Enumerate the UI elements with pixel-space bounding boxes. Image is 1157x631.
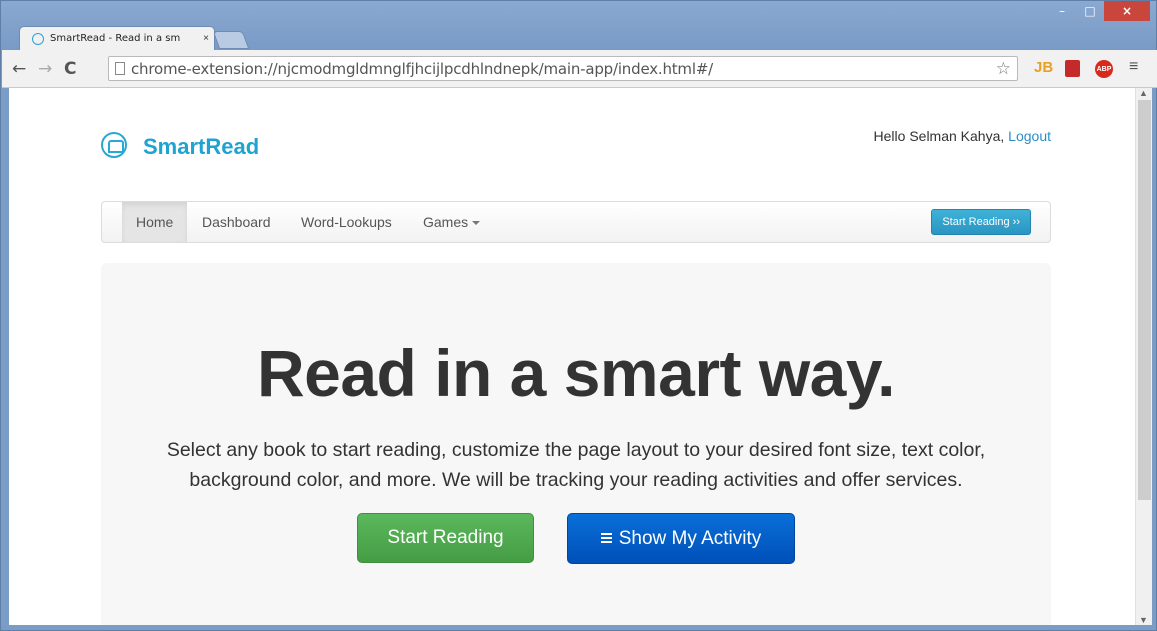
show-activity-label: Show My Activity — [618, 528, 762, 549]
scrollbar-thumb[interactable] — [1138, 100, 1151, 500]
nav-label: Dashboard — [202, 214, 271, 230]
new-tab-button[interactable] — [212, 31, 250, 49]
logout-link[interactable]: Logout — [1008, 128, 1051, 144]
scroll-up-icon[interactable]: ▲ — [1139, 88, 1148, 98]
start-reading-button[interactable]: Start Reading — [357, 513, 534, 563]
book-extension-icon[interactable] — [1065, 60, 1080, 77]
close-window-button[interactable]: × — [1104, 1, 1150, 21]
minimize-button[interactable]: – — [1048, 1, 1076, 21]
menu-icon[interactable]: ≡ — [1129, 58, 1147, 76]
adblock-extension-icon[interactable]: ABP — [1095, 60, 1113, 78]
nav-item-dashboard[interactable]: Dashboard — [188, 202, 285, 242]
maximize-button[interactable]: □ — [1076, 1, 1104, 21]
browser-toolbar: ← → C chrome-extension://njcmodmgldmnglf… — [2, 50, 1157, 88]
url-text: chrome-extension://njcmodmgldmnglfjhcijl… — [131, 59, 714, 78]
main-navbar: Home Dashboard Word-Lookups Games Start … — [101, 201, 1051, 243]
user-greeting: Hello Selman Kahya, Logout — [874, 128, 1051, 144]
address-bar[interactable]: chrome-extension://njcmodmgldmnglfjhcijl… — [108, 56, 1018, 81]
brand-name[interactable]: SmartRead — [143, 134, 259, 160]
tab-title: SmartRead - Read in a sm — [50, 33, 181, 44]
page-icon — [115, 62, 125, 75]
hero-title: Read in a smart way. — [256, 336, 896, 410]
list-icon — [600, 533, 612, 543]
nav-label: Word-Lookups — [301, 214, 392, 230]
caret-down-icon — [472, 221, 481, 226]
show-activity-button[interactable]: Show My Activity — [567, 513, 795, 564]
nav-item-word-lookups[interactable]: Word-Lookups — [287, 202, 406, 242]
nav-item-home[interactable]: Home — [122, 202, 188, 242]
window-controls: – □ × — [1048, 1, 1150, 21]
greeting-text: Hello Selman Kahya, — [873, 128, 1005, 144]
browser-tab[interactable]: SmartRead - Read in a sm × — [19, 26, 215, 50]
jetbrains-extension-icon[interactable]: JB — [1034, 59, 1053, 77]
start-reading-nav-button[interactable]: Start Reading ›› — [931, 209, 1031, 235]
page-header: SmartRead Hello Selman Kahya, Logout — [101, 128, 1051, 168]
bookmark-star-icon[interactable]: ☆ — [996, 59, 1011, 79]
book-logo-icon — [101, 132, 127, 158]
back-icon[interactable]: ← — [12, 59, 26, 79]
browser-window: – □ × SmartRead - Read in a sm × ← → C c… — [0, 0, 1157, 631]
book-icon — [32, 32, 44, 45]
page-viewport: SmartRead Hello Selman Kahya, Logout Hom… — [9, 88, 1135, 625]
hero-section: Read in a smart way. Select any book to … — [101, 263, 1051, 625]
scroll-down-icon[interactable]: ▼ — [1139, 615, 1148, 625]
reload-icon[interactable]: C — [64, 59, 76, 79]
page-scrollbar[interactable]: ▲ ▼ — [1135, 88, 1152, 625]
nav-item-games[interactable]: Games — [409, 202, 494, 242]
hero-description: Select any book to start reading, custom… — [166, 439, 986, 491]
nav-label: Home — [136, 214, 174, 230]
close-tab-icon[interactable]: × — [198, 33, 214, 44]
nav-label: Games — [423, 214, 469, 230]
forward-icon[interactable]: → — [38, 59, 52, 79]
